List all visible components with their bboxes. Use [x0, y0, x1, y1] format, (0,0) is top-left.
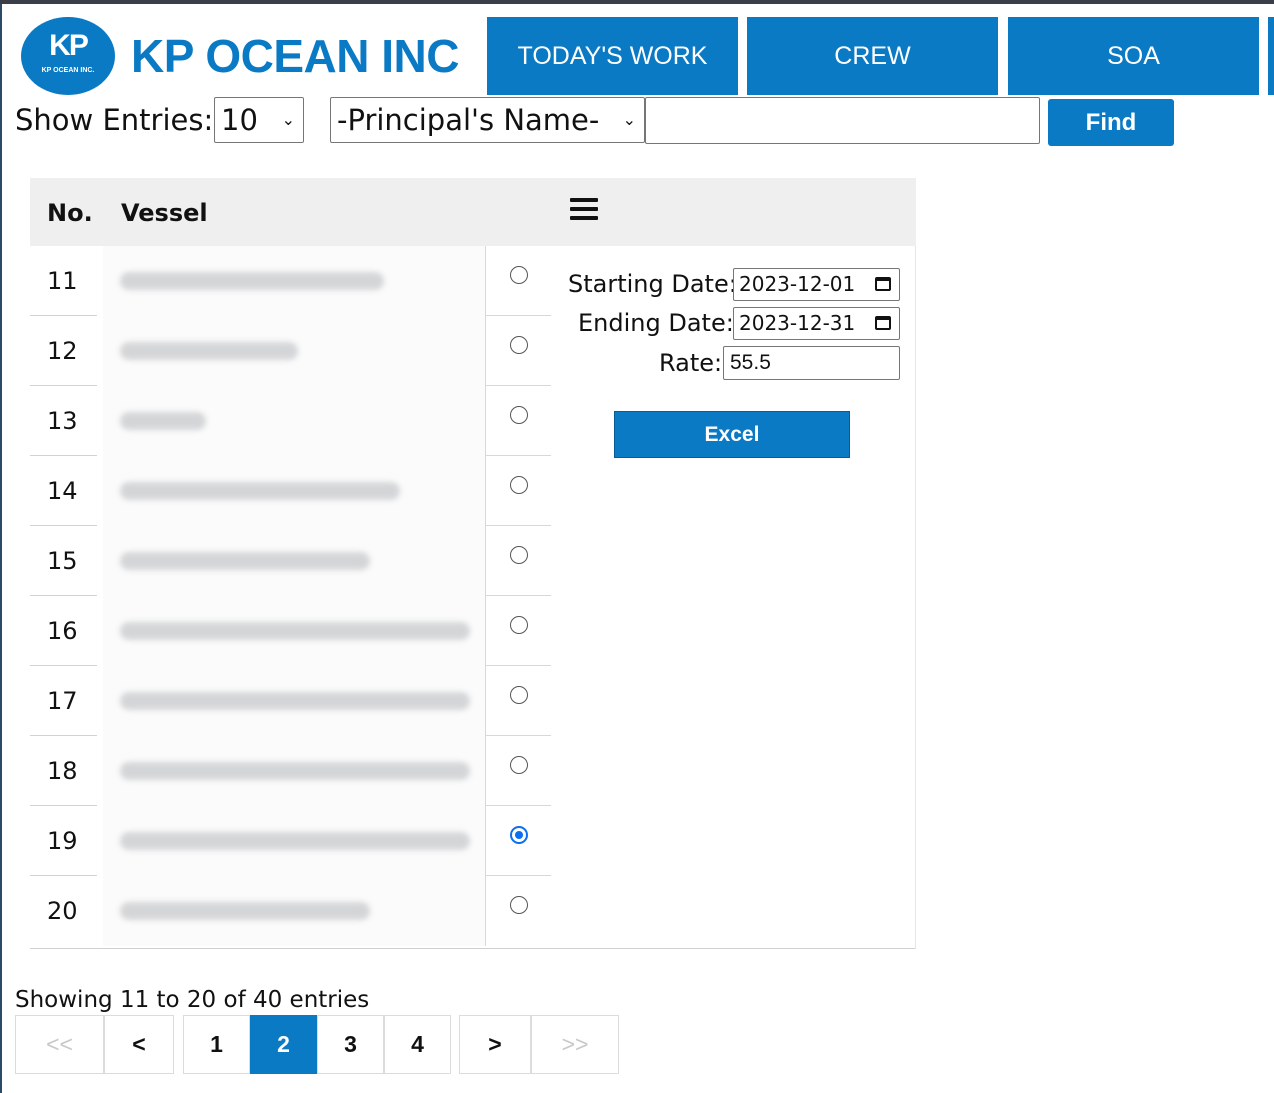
row-select-radio[interactable]	[510, 686, 528, 704]
vessel-name-blurred	[120, 692, 470, 710]
row-select-radio[interactable]	[510, 616, 528, 634]
table-row[interactable]: 12	[30, 316, 551, 386]
pagination-last[interactable]: >>	[531, 1015, 619, 1074]
vessel-name-blurred	[120, 342, 298, 360]
excel-button[interactable]: Excel	[614, 411, 850, 458]
tab-overflow[interactable]	[1268, 17, 1274, 95]
entries-select-value: 10	[221, 103, 258, 137]
row-select-radio[interactable]	[510, 546, 528, 564]
table-row[interactable]: 14	[30, 456, 551, 526]
chevron-down-icon: ⌄	[281, 110, 295, 129]
ending-date-input[interactable]: 2023-12-31	[733, 307, 900, 340]
starting-date-label: Starting Date:	[568, 270, 737, 298]
entries-summary: Showing 11 to 20 of 40 entries	[15, 987, 370, 1013]
tab-todays-work[interactable]: TODAY'S WORK	[487, 17, 738, 95]
row-number: 20	[47, 897, 78, 925]
column-header-no: No.	[47, 199, 93, 227]
row-select-radio[interactable]	[510, 476, 528, 494]
row-number: 19	[47, 827, 78, 855]
table-row[interactable]: 20	[30, 876, 551, 946]
row-select-radio[interactable]	[510, 336, 528, 354]
pagination-page-3[interactable]: 3	[317, 1015, 384, 1074]
tab-crew[interactable]: CREW	[747, 17, 998, 95]
panel-right-border	[915, 246, 916, 949]
table-row[interactable]: 19	[30, 806, 551, 876]
table-row[interactable]: 13	[30, 386, 551, 456]
row-number: 17	[47, 687, 78, 715]
pagination-page-1[interactable]: 1	[183, 1015, 250, 1074]
pagination-first[interactable]: <<	[15, 1015, 104, 1074]
vessel-name-blurred	[120, 272, 384, 290]
row-number: 13	[47, 407, 78, 435]
table-row[interactable]: 16	[30, 596, 551, 666]
vessel-name-blurred	[120, 902, 370, 920]
pagination-next[interactable]: >	[459, 1015, 531, 1074]
show-entries-label: Show Entries:	[15, 103, 214, 137]
row-select-radio[interactable]	[510, 756, 528, 774]
table-row[interactable]: 11	[30, 246, 551, 316]
pagination-page-2-active[interactable]: 2	[250, 1015, 317, 1074]
table-row[interactable]: 17	[30, 666, 551, 736]
row-select-radio[interactable]	[510, 896, 528, 914]
principal-select[interactable]: -Principal's Name- ⌄	[330, 97, 645, 143]
vessel-name-blurred	[120, 552, 370, 570]
column-header-vessel: Vessel	[121, 199, 208, 227]
row-select-radio-checked[interactable]	[510, 826, 528, 844]
vessel-name-blurred	[120, 412, 206, 430]
starting-date-value: 2023-12-01	[739, 272, 856, 296]
pagination-prev[interactable]: <	[104, 1015, 174, 1074]
principal-select-value: -Principal's Name-	[337, 103, 600, 137]
table-header: No. Vessel	[30, 178, 916, 246]
brand-name: KP OCEAN INC	[131, 30, 459, 82]
logo-mark: KP	[49, 29, 89, 62]
entries-select[interactable]: 10 ⌄	[214, 97, 304, 143]
rate-input[interactable]: 55.5	[723, 346, 900, 380]
row-select-radio[interactable]	[510, 406, 528, 424]
row-number: 18	[47, 757, 78, 785]
rate-label: Rate:	[659, 349, 723, 377]
logo-subtext: KP OCEAN INC.	[41, 67, 95, 74]
vessel-name-blurred	[120, 482, 400, 500]
ending-date-value: 2023-12-31	[739, 311, 856, 335]
row-number: 15	[47, 547, 78, 575]
tab-soa[interactable]: SOA	[1008, 17, 1259, 95]
vessel-name-blurred	[120, 622, 470, 640]
row-number: 14	[47, 477, 78, 505]
search-input[interactable]	[645, 97, 1040, 144]
menu-icon[interactable]	[570, 198, 598, 220]
row-number: 16	[47, 617, 78, 645]
window-left-border	[0, 4, 2, 1093]
chevron-down-icon: ⌄	[622, 110, 636, 129]
table-row[interactable]: 18	[30, 736, 551, 806]
starting-date-input[interactable]: 2023-12-01	[733, 268, 900, 301]
calendar-icon[interactable]	[875, 316, 891, 330]
calendar-icon[interactable]	[875, 277, 891, 291]
row-number: 12	[47, 337, 78, 365]
vessel-name-blurred	[120, 762, 470, 780]
pagination-page-4[interactable]: 4	[384, 1015, 451, 1074]
find-button[interactable]: Find	[1048, 99, 1174, 146]
row-select-radio[interactable]	[510, 266, 528, 284]
ending-date-label: Ending Date:	[578, 309, 734, 337]
window-top-border	[0, 0, 1274, 4]
company-logo[interactable]: KP KP OCEAN INC.	[21, 17, 115, 95]
table-row[interactable]: 15	[30, 526, 551, 596]
table-bottom-border	[30, 948, 916, 949]
vessel-name-blurred	[120, 832, 470, 850]
row-number: 11	[47, 267, 78, 295]
